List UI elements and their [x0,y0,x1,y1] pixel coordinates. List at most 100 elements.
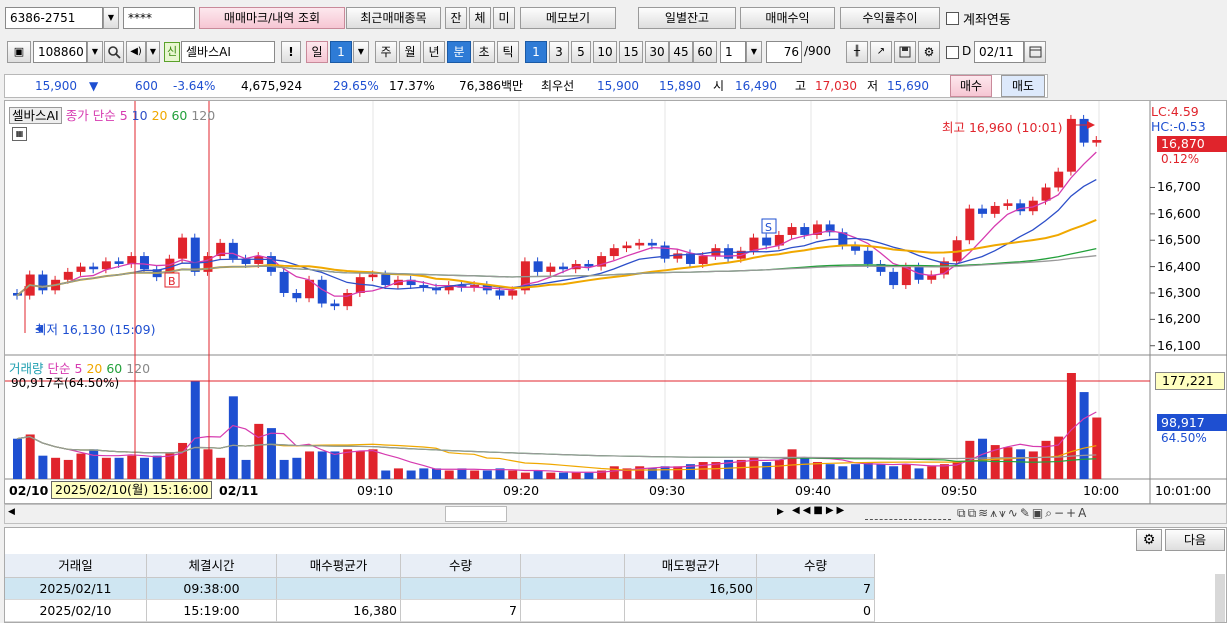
period-day-button[interactable]: 일 [306,41,328,63]
layout-icon[interactable]: ▣ [7,41,31,63]
zoom-slider[interactable] [865,508,951,520]
candle-body [647,242,657,246]
candle-body [368,274,378,278]
volume-bar [203,449,213,479]
minute-45-button[interactable]: 45 [669,41,693,63]
forward-icon[interactable]: ▶▶ [826,505,847,516]
unit-dropdown[interactable]: ▼ [746,41,762,63]
scroll-right-icon[interactable]: ▶ [777,507,784,517]
trade-marks-lookup-button[interactable]: 매매마크/내역 조회 [199,7,345,29]
table-toggle-icon[interactable]: ▦ [12,127,27,141]
rewind-icon[interactable]: ◀◀ [792,505,813,516]
time-tick-label: 09:50 [941,483,978,498]
grid-scrollbar[interactable] [1215,574,1225,622]
yield-trend-button[interactable]: 수익률추이 [840,7,940,29]
speaker-icon[interactable]: ◀) [126,41,146,63]
cell-date: 2025/02/10 [5,600,147,622]
daily-balance-button[interactable]: 일별잔고 [638,7,736,29]
count-total-label: /900 [804,44,831,58]
minute-3-button[interactable]: 3 [549,41,569,63]
account-link-checkbox[interactable] [946,12,959,25]
password-field[interactable]: **** [123,7,195,29]
volume-bar [508,470,518,479]
gear-icon[interactable]: ⚙ [918,41,940,63]
recent-trades-button[interactable]: 최근매매종목 [346,7,441,29]
price-tick-label: 16,200 [1157,311,1201,327]
speaker-dropdown[interactable]: ▼ [146,41,160,63]
volume-bar [533,470,543,479]
cell-time: 09:38:00 [147,578,277,600]
count-field[interactable]: 76 [766,41,802,63]
cell-time: 15:19:00 [147,600,277,622]
memo-view-button[interactable]: 메모보기 [520,7,616,29]
period-month-button[interactable]: 월 [399,41,421,63]
drawing-tools[interactable]: ⧉⧉≋⩚⩛∿✎▣⌕−+A [957,506,1088,521]
legend-stock-name[interactable]: 셀바스AI [9,107,62,124]
cell-buy-qty: 7 [401,600,521,622]
minute-30-button[interactable]: 30 [645,41,669,63]
unit-field[interactable]: 1 [720,41,746,63]
scroll-left-icon[interactable]: ◀ [8,507,15,517]
period-week-button[interactable]: 주 [375,41,397,63]
volume-bar [825,464,835,479]
period-day-count[interactable]: 1 [330,41,352,63]
save-icon[interactable] [894,41,916,63]
info-alert-button[interactable]: ! [281,41,301,63]
candle-settings-icon[interactable]: ╫ [846,41,868,63]
minute-15-button[interactable]: 15 [619,41,643,63]
period-minute-button[interactable]: 분 [447,41,471,63]
minute-1-button[interactable]: 1 [525,41,547,63]
minute-10-button[interactable]: 10 [593,41,617,63]
stock-code-field[interactable]: 108860 [33,41,87,63]
date-field[interactable]: 02/11 [974,41,1024,63]
candle-body [381,274,391,286]
d-checkbox[interactable] [946,46,959,59]
trade-history-panel: ⚙ 다음 거래일 체결시간 매수평균가 수량 매도평균가 수량 2025/02/… [4,527,1227,623]
volume-bar [482,470,492,479]
scroll-thumb[interactable] [445,506,507,522]
minute-5-button[interactable]: 5 [571,41,591,63]
executed-button[interactable]: 체 [469,7,491,29]
account-number-field[interactable]: 6386-2751 [5,7,103,29]
down-arrow-icon: ▼ [89,79,99,93]
calendar-icon[interactable] [1024,41,1046,63]
candle-body [63,271,73,280]
last-price-pct: 0.12% [1161,152,1200,166]
stock-code-dropdown[interactable]: ▼ [87,41,103,63]
volume-bar [63,459,73,479]
cell-buy-avg: 16,380 [277,600,401,622]
high-label: 고 [795,79,807,93]
period-year-button[interactable]: 년 [423,41,445,63]
cell-blank [521,578,625,600]
volume-bar [736,459,746,479]
balance-button[interactable]: 잔 [445,7,467,29]
volume-bar [330,451,340,479]
stock-chart[interactable]: BS [5,101,1227,505]
gear-icon[interactable]: ⚙ [1136,529,1162,551]
search-icon[interactable] [104,41,124,63]
legend-vol-ma120: 120 [126,361,151,376]
account-dropdown-button[interactable]: ▼ [103,7,119,29]
indicator-icon[interactable]: ↗ [870,41,892,63]
chart-scrollbar[interactable]: ◀ ▶ ◀◀■▶▶ ⧉⧉≋⩚⩛∿✎▣⌕−+A [4,504,1227,524]
playback-controls[interactable]: ◀◀■▶▶ [792,505,858,523]
volume-bar [432,468,442,479]
volume-bar [139,457,149,479]
buy-button[interactable]: 매수 [950,75,992,97]
volume-bar [279,459,289,479]
stop-icon[interactable]: ■ [813,505,825,516]
candle-body [101,261,111,270]
trade-profit-button[interactable]: 매매수익 [740,7,835,29]
period-tick-button[interactable]: 틱 [497,41,519,63]
next-button[interactable]: 다음 [1165,529,1225,551]
high-price: 17,030 [815,79,857,93]
stock-name-field[interactable]: 셀바스AI [181,41,275,63]
volume-bar [863,462,873,479]
period-dropdown[interactable]: ▼ [353,41,369,63]
sell-button[interactable]: 매도 [1001,75,1045,97]
unexecuted-button[interactable]: 미 [493,7,515,29]
period-second-button[interactable]: 초 [473,41,495,63]
minute-60-button[interactable]: 60 [693,41,717,63]
chart-area[interactable]: BS 셀바스AI 종가 단순 5 10 20 60 120 ▦ 최고 16,96… [4,100,1227,505]
legend-close: 종가 [65,108,89,123]
